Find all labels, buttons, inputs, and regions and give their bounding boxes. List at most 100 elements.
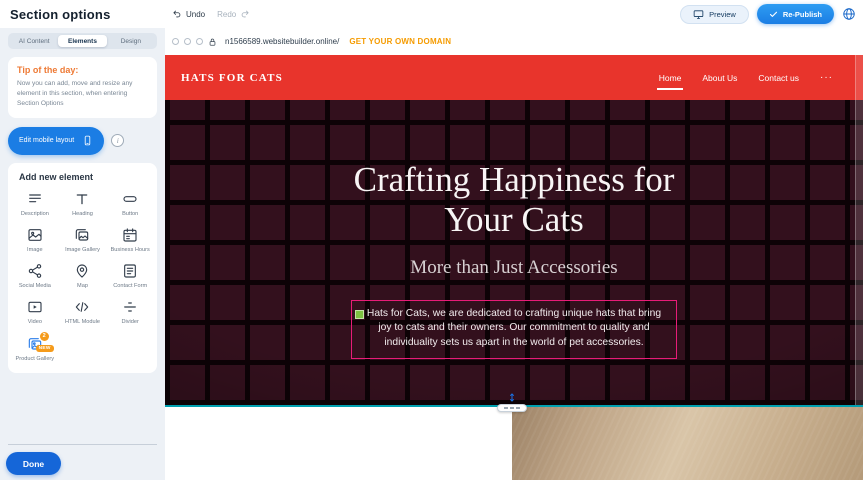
info-icon[interactable]: i	[111, 134, 124, 147]
add-element-title: Add new element	[19, 172, 154, 182]
element-business-hours[interactable]: Business Hours	[106, 226, 154, 254]
undo-label: Undo	[186, 10, 205, 19]
element-divider[interactable]: Divider	[106, 298, 154, 326]
selected-text-element[interactable]: Hats for Cats, we are dedicated to craft…	[351, 300, 677, 359]
divider-icon	[122, 298, 138, 316]
element-button[interactable]: Button	[106, 190, 154, 218]
nav-contact-us[interactable]: Contact us	[758, 73, 799, 83]
topbar: Section options Undo Redo Preview Re-Pub	[0, 0, 863, 28]
hero-heading[interactable]: Crafting Happiness forYour Cats	[354, 160, 675, 240]
site-url[interactable]: n1566589.websitebuilder.online/	[225, 37, 339, 46]
contact-form-icon	[122, 262, 138, 280]
site-nav: Home About Us Contact us ···	[659, 72, 847, 83]
monitor-icon	[693, 9, 704, 20]
element-image-gallery[interactable]: Image Gallery	[59, 226, 107, 254]
new-badge: NEW	[36, 345, 54, 352]
social-media-icon	[27, 262, 43, 280]
window-dot	[196, 38, 203, 45]
button-icon	[122, 190, 138, 208]
republish-button[interactable]: Re-Publish	[757, 4, 834, 24]
sidebar: AI Content Elements Design Tip of the da…	[0, 28, 165, 480]
edit-mobile-label: Edit mobile layout	[19, 137, 74, 144]
add-element-panel: Add new element Description Heading Butt…	[8, 163, 157, 373]
phone-icon	[82, 134, 93, 147]
element-label: Social Media	[19, 283, 51, 290]
element-label: Image Gallery	[65, 247, 100, 254]
mobile-layout-row: Edit mobile layout i	[8, 127, 157, 155]
resize-arrows-icon	[507, 392, 517, 403]
hero-heading-line1: Crafting Happiness for	[354, 160, 675, 199]
element-description[interactable]: Description	[11, 190, 59, 218]
topbar-actions: Preview Re-Publish	[680, 0, 856, 28]
hero-subheading[interactable]: More than Just Accessories	[410, 257, 617, 279]
element-label: Divider	[121, 319, 138, 326]
code-icon	[74, 298, 90, 316]
tab-design[interactable]: Design	[107, 35, 155, 47]
element-social-media[interactable]: Social Media	[11, 262, 59, 290]
site-logo[interactable]: HATS FOR CATS	[181, 72, 283, 84]
page-title: Section options	[10, 7, 111, 22]
get-domain-link[interactable]: GET YOUR OWN DOMAIN	[349, 37, 451, 46]
element-map[interactable]: Map	[59, 262, 107, 290]
tip-title: Tip of the day:	[17, 65, 148, 75]
tip-body: Now you can add, move and resize any ele…	[17, 79, 148, 110]
element-video[interactable]: Video	[11, 298, 59, 326]
preview-button[interactable]: Preview	[680, 5, 749, 24]
edit-mobile-layout-button[interactable]: Edit mobile layout	[8, 127, 104, 155]
image-gallery-icon	[74, 226, 90, 244]
site-scrollbar[interactable]	[855, 55, 863, 405]
video-icon	[27, 298, 43, 316]
tab-ai-content[interactable]: AI Content	[10, 35, 58, 47]
element-label: Image	[27, 247, 43, 254]
hero-section[interactable]: Crafting Happiness forYour Cats More tha…	[165, 100, 863, 405]
element-label: Description	[21, 211, 49, 218]
next-section-image	[512, 407, 863, 480]
element-label: Business Hours	[111, 247, 150, 254]
preview-label: Preview	[709, 10, 736, 19]
drag-handle[interactable]	[355, 310, 364, 319]
hero-paragraph: Hats for Cats, we are dedicated to craft…	[362, 307, 666, 351]
element-label: Contact Form	[113, 283, 147, 290]
tab-elements[interactable]: Elements	[58, 35, 106, 47]
site-preview: HATS FOR CATS Home About Us Contact us ·…	[165, 55, 863, 405]
browser-bar: n1566589.websitebuilder.online/ GET YOUR…	[165, 28, 863, 55]
nav-home[interactable]: Home	[659, 73, 682, 83]
site-header: HATS FOR CATS Home About Us Contact us ·…	[165, 55, 863, 100]
nav-about-us[interactable]: About Us	[702, 73, 737, 83]
element-heading[interactable]: Heading	[59, 190, 107, 218]
globe-icon[interactable]	[842, 7, 856, 21]
section-resize-handle[interactable]	[489, 392, 535, 412]
undo-icon	[172, 9, 182, 19]
business-hours-icon	[122, 226, 138, 244]
heading-icon	[74, 190, 90, 208]
sidebar-divider	[8, 444, 157, 445]
redo-icon	[240, 9, 250, 19]
element-label: Map	[77, 283, 88, 290]
description-icon	[27, 190, 43, 208]
lock-icon	[208, 37, 217, 47]
element-grid: Description Heading Button Image	[11, 190, 154, 363]
window-dot	[184, 38, 191, 45]
map-pin-icon	[74, 262, 90, 280]
window-dot	[172, 38, 179, 45]
element-image[interactable]: Image	[11, 226, 59, 254]
element-label: Product Gallery	[16, 356, 55, 363]
element-contact-form[interactable]: Contact Form	[106, 262, 154, 290]
undo-button[interactable]: Undo	[172, 9, 205, 19]
count-badge: 2	[40, 332, 49, 341]
nav-more-icon[interactable]: ···	[820, 72, 833, 83]
element-label: Video	[28, 319, 42, 326]
history-controls: Undo Redo	[172, 0, 250, 28]
redo-button[interactable]: Redo	[217, 9, 250, 19]
tip-card: Tip of the day: Now you can add, move an…	[8, 57, 157, 118]
sidebar-tabs: AI Content Elements Design	[8, 33, 157, 49]
element-label: Heading	[72, 211, 93, 218]
hero-heading-line2: Your Cats	[444, 200, 583, 239]
resize-pill	[497, 404, 527, 412]
element-label: Button	[122, 211, 138, 218]
redo-label: Redo	[217, 10, 236, 19]
element-label: HTML Module	[65, 319, 100, 326]
element-html-module[interactable]: HTML Module	[59, 298, 107, 326]
element-product-gallery[interactable]: 2 NEW Product Gallery	[11, 335, 59, 363]
done-button[interactable]: Done	[6, 452, 61, 475]
